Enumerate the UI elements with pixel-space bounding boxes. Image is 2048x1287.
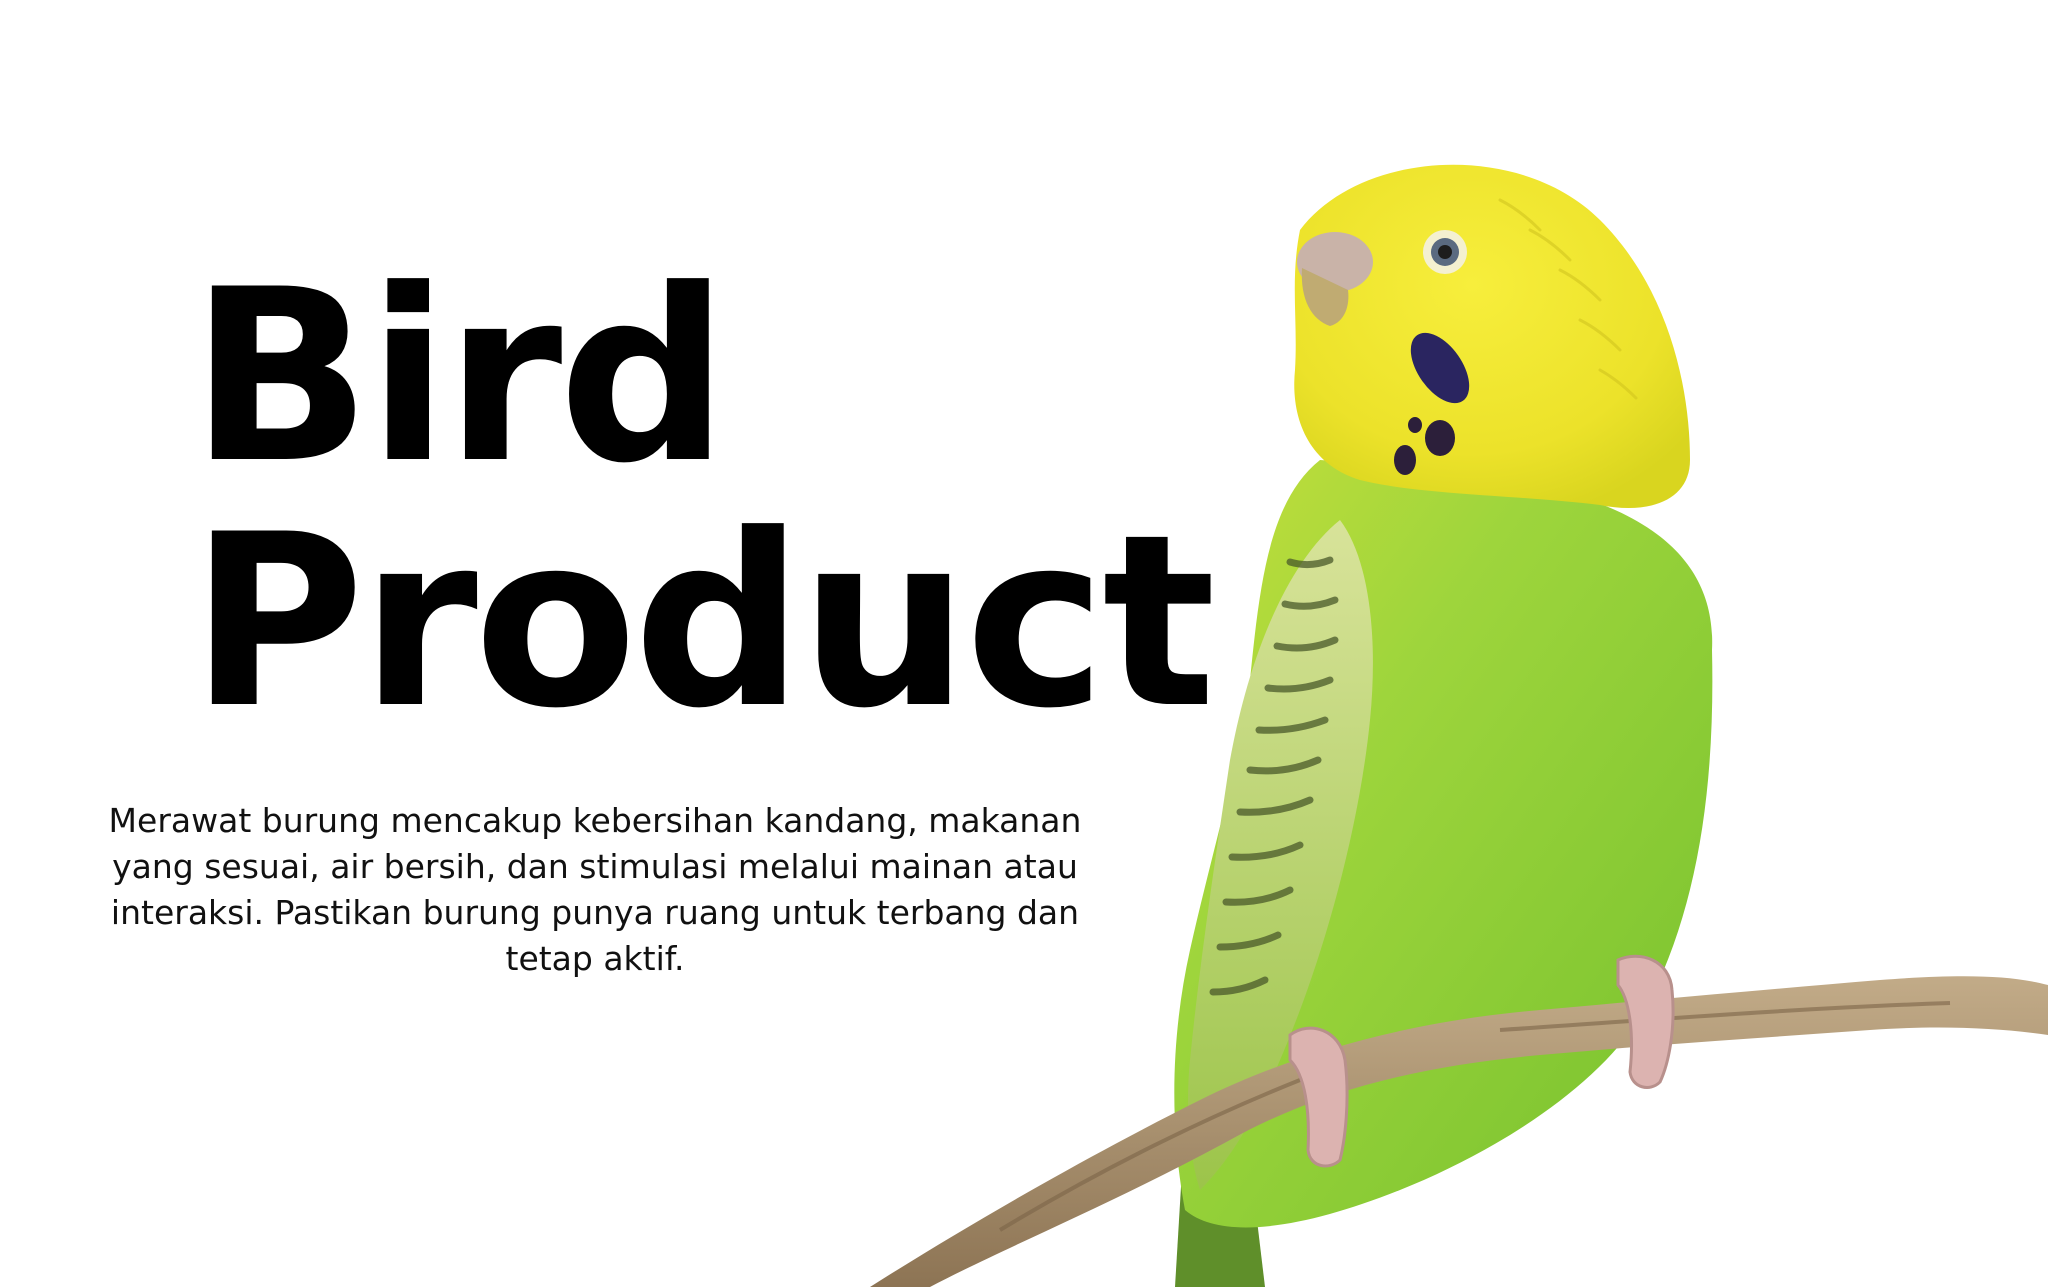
- bird-head: [1294, 164, 1690, 508]
- budgie-illustration: [870, 164, 2048, 1287]
- product-banner: Bird Product Merawat burung mencakup keb…: [0, 0, 2048, 1287]
